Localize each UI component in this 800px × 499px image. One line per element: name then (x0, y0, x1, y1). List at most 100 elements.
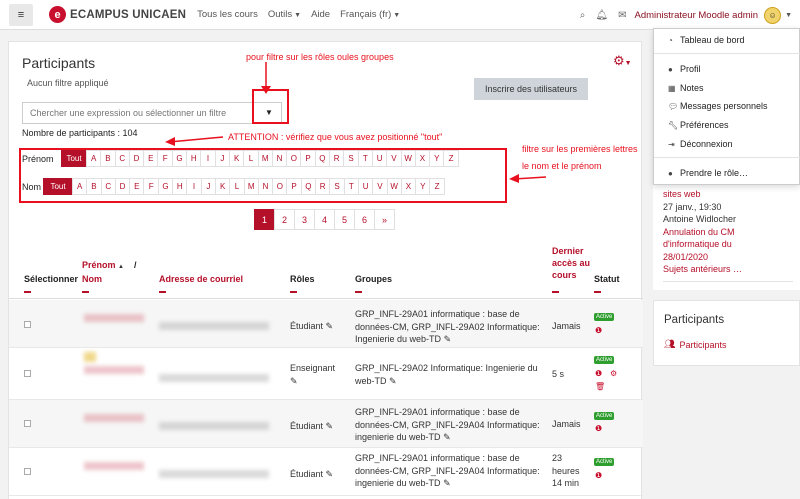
firstname-letter[interactable]: W (400, 150, 416, 167)
lastname-letter[interactable]: Y (415, 178, 431, 195)
menu-item-dashboard[interactable]: ◔ Tableau de bord (668, 35, 745, 45)
lastname-letter[interactable]: J (200, 178, 216, 195)
menu-item-switch-role[interactable]: ● Prendre le rôle… (668, 168, 748, 178)
pencil-icon[interactable]: ✎ (326, 321, 334, 331)
info-icon[interactable]: ❶ (595, 471, 602, 480)
search-icon[interactable]: ⌕ (580, 10, 586, 21)
firstname-letter[interactable]: L (243, 150, 259, 167)
site-logo[interactable]: e ECAMPUS UNICAEN (49, 6, 186, 23)
pencil-icon[interactable]: ✎ (443, 432, 451, 442)
news-line[interactable]: 28/01/2020 (663, 251, 708, 264)
lastname-letter[interactable]: U (357, 178, 374, 195)
lastname-letter[interactable]: P (286, 178, 302, 195)
participants-link[interactable]: 👥︎ Participants (664, 339, 726, 350)
firstname-letter[interactable]: V (386, 150, 402, 167)
firstname-letter[interactable]: G (171, 150, 188, 167)
trash-icon[interactable]: 🗑︎ (595, 382, 605, 391)
user-name[interactable]: Administrateur Moodle admin (635, 10, 759, 21)
pencil-icon[interactable]: ✎ (326, 469, 334, 479)
lastname-letter[interactable]: Q (300, 178, 317, 195)
firstname-letter[interactable]: A (86, 150, 102, 167)
bell-icon[interactable]: 🔔︎ (595, 10, 608, 21)
firstname-letter[interactable]: S (343, 150, 359, 167)
firstname-letter[interactable]: M (257, 150, 273, 167)
menu-item-grades[interactable]: ▦ Notes (668, 83, 704, 93)
row-checkbox[interactable] (24, 321, 31, 328)
firstname-letter[interactable]: C (114, 150, 130, 167)
lastname-letter[interactable]: T (343, 178, 359, 195)
lastname-letter[interactable]: K (214, 178, 231, 195)
lastname-letter[interactable]: R (315, 178, 331, 195)
col-email[interactable]: Adresse de courriel (159, 273, 243, 285)
firstname-letter[interactable]: E (143, 150, 159, 167)
menu-item-profile[interactable]: ● Profil (668, 64, 701, 74)
firstname-letter[interactable]: J (214, 150, 230, 167)
firstname-letter[interactable]: R (329, 150, 345, 167)
lastname-letter[interactable]: X (400, 178, 417, 195)
pencil-icon[interactable]: ✎ (444, 334, 452, 344)
lastname-letter[interactable]: H (172, 178, 188, 195)
page-link[interactable]: 2 (274, 209, 295, 230)
lastname-letter[interactable]: B (86, 178, 102, 195)
pencil-icon[interactable]: ✎ (326, 421, 334, 431)
page-link[interactable]: 3 (294, 209, 315, 230)
cog-icon[interactable]: ⚙ (610, 369, 617, 378)
firstname-letter[interactable]: X (414, 150, 431, 167)
avatar[interactable]: ☺ (764, 6, 782, 24)
lastname-letter[interactable]: O (272, 178, 288, 195)
news-line[interactable]: sites web (663, 188, 701, 201)
firstname-letter[interactable]: Z (443, 150, 459, 167)
firstname-letter[interactable]: Y (429, 150, 445, 167)
firstname-letter[interactable]: K (228, 150, 245, 167)
firstname-letter[interactable]: N (271, 150, 288, 167)
menu-item-messages[interactable]: 💬︎ Messages personnels (668, 101, 768, 111)
pencil-icon[interactable]: ✎ (443, 478, 451, 488)
older-topics-link[interactable]: Sujets antérieurs … (663, 263, 742, 276)
lastname-letter[interactable]: F (143, 178, 159, 195)
lastname-letter[interactable]: M (243, 178, 259, 195)
lastname-letter[interactable]: L (229, 178, 245, 195)
lastname-letter[interactable]: N (257, 178, 274, 195)
news-line[interactable]: Annulation du CM (663, 226, 735, 239)
lastname-letter[interactable]: G (157, 178, 174, 195)
info-icon[interactable]: ❶ (595, 326, 602, 335)
page-link[interactable]: 6 (354, 209, 375, 230)
page-link[interactable]: 5 (334, 209, 355, 230)
page-next[interactable]: » (374, 209, 395, 230)
caret-down-icon[interactable]: ▼ (785, 12, 792, 19)
menu-item-logout[interactable]: ⇥ Déconnexion (668, 139, 733, 149)
firstname-letter[interactable]: O (286, 150, 302, 167)
pencil-icon[interactable]: ✎ (290, 375, 335, 388)
lastname-letter[interactable]: C (100, 178, 116, 195)
firstname-letter[interactable]: U (371, 150, 388, 167)
firstname-letter[interactable]: P (300, 150, 316, 167)
lastname-letter[interactable]: A (72, 178, 88, 195)
col-lastname[interactable]: Nom (82, 273, 102, 285)
chat-icon[interactable]: ✉︎ (618, 10, 626, 21)
language-menu[interactable]: Français (fr) ▼ (340, 9, 400, 20)
menu-item-preferences[interactable]: 🔧︎ Préférences (668, 120, 729, 130)
page-link[interactable]: 1 (254, 209, 275, 230)
firstname-letter[interactable]: F (157, 150, 173, 167)
page-link[interactable]: 4 (314, 209, 335, 230)
firstname-all[interactable]: Tout (61, 150, 87, 167)
firstname-letter[interactable]: Q (314, 150, 331, 167)
info-icon[interactable]: ❶ (595, 424, 602, 433)
pencil-icon[interactable]: ✎ (389, 376, 397, 386)
lastname-letter[interactable]: Z (429, 178, 445, 195)
firstname-letter[interactable]: T (357, 150, 373, 167)
firstname-letter[interactable]: D (128, 150, 145, 167)
menu-toggle-button[interactable]: ≡ (9, 3, 33, 26)
firstname-letter[interactable]: I (200, 150, 216, 167)
col-last-access[interactable]: Dernier accès au cours (552, 245, 590, 281)
lastname-letter[interactable]: V (372, 178, 388, 195)
lastname-letter[interactable]: S (329, 178, 345, 195)
lastname-letter[interactable]: E (129, 178, 145, 195)
lastname-all[interactable]: Tout (43, 178, 73, 195)
nav-link-tools[interactable]: Outils ▼ (268, 9, 301, 20)
row-checkbox[interactable] (24, 420, 31, 427)
lastname-letter[interactable]: D (114, 178, 131, 195)
row-checkbox[interactable] (24, 370, 31, 377)
lastname-letter[interactable]: I (186, 178, 202, 195)
lastname-letter[interactable]: W (386, 178, 402, 195)
